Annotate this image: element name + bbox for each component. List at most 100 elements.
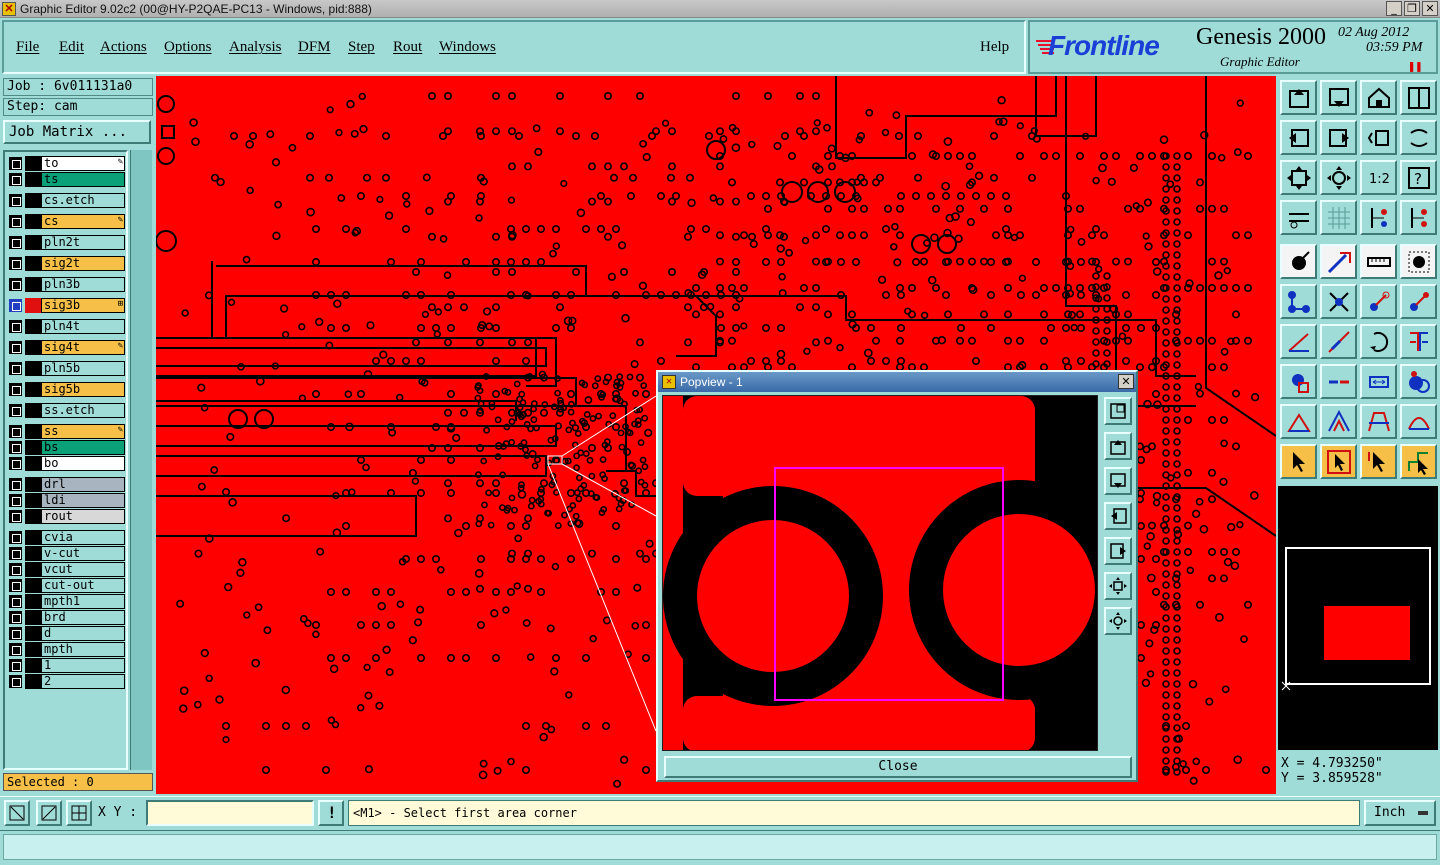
layer-checkbox[interactable] — [9, 457, 22, 470]
maximize-button[interactable]: ❐ — [1404, 1, 1420, 16]
layer-affected-toggle[interactable] — [25, 340, 41, 355]
layer-row[interactable]: sig4t ✎ — [7, 340, 125, 355]
pause-icon[interactable]: ❚❚ — [1408, 59, 1422, 73]
help-button[interactable]: ? — [1400, 160, 1437, 195]
layer-checkbox[interactable] — [9, 173, 22, 186]
grid-button[interactable] — [1320, 200, 1357, 235]
layer-checkbox[interactable] — [9, 257, 22, 270]
zoom-area-button[interactable] — [4, 800, 30, 826]
layer-checkbox[interactable] — [9, 675, 22, 688]
one-to-one-button[interactable]: 1:2 — [1360, 160, 1397, 195]
layer-affected-toggle[interactable] — [25, 509, 41, 524]
layer-name[interactable]: mpth1 — [41, 594, 125, 609]
layer-affected-toggle[interactable] — [25, 562, 41, 577]
layer-checkbox[interactable] — [9, 383, 22, 396]
popview-canvas[interactable] — [662, 395, 1098, 751]
layer-row[interactable]: sig3b ⊞ — [7, 298, 125, 313]
layer-checkbox[interactable] — [9, 563, 22, 576]
layer-name[interactable]: drl — [41, 477, 125, 492]
layer-name[interactable]: pln4t — [41, 319, 125, 334]
layer-row[interactable]: ts — [7, 172, 125, 187]
layer-list-scrollbar[interactable] — [130, 150, 152, 770]
layer-name[interactable]: sig5b — [41, 382, 125, 397]
layer-row[interactable]: cs ✎ — [7, 214, 125, 229]
close-window-button[interactable]: ✕ — [1422, 1, 1438, 16]
warning-button[interactable]: ! — [318, 800, 344, 826]
layer-name[interactable]: cs.etch — [41, 193, 125, 208]
layer-affected-toggle[interactable] — [25, 424, 41, 439]
pad-button[interactable] — [1280, 244, 1317, 279]
layer-name[interactable]: mpth — [41, 642, 125, 657]
layer-name[interactable]: sig3b — [41, 298, 125, 313]
layer-row[interactable]: mpth1 — [7, 594, 125, 609]
layer-checkbox[interactable] — [9, 320, 22, 333]
layer-checkbox[interactable] — [9, 611, 22, 624]
layer-row[interactable]: sig5b — [7, 382, 125, 397]
layer-row[interactable]: 1 — [7, 658, 125, 673]
layer-affected-toggle[interactable] — [25, 578, 41, 593]
layer-checkbox[interactable] — [9, 595, 22, 608]
layer-checkbox[interactable] — [9, 157, 22, 170]
layer-checkbox[interactable] — [9, 299, 22, 312]
popview-zoom-out-button[interactable] — [1104, 607, 1132, 635]
slant-button[interactable] — [1320, 324, 1357, 359]
tent-button[interactable] — [1320, 404, 1357, 439]
layer-checkbox[interactable] — [9, 236, 22, 249]
layer-affected-toggle[interactable] — [25, 156, 41, 171]
pan-up-button[interactable] — [1280, 80, 1317, 115]
layer-name[interactable]: pln2t — [41, 235, 125, 250]
layer-row[interactable]: bs — [7, 440, 125, 455]
layer-row[interactable]: mpth — [7, 642, 125, 657]
layer-name[interactable]: sig2t — [41, 256, 125, 271]
layer-name[interactable]: ts — [41, 172, 125, 187]
layer-checkbox[interactable] — [9, 478, 22, 491]
popview-pan-left-button[interactable] — [1104, 502, 1132, 530]
rotate-button[interactable] — [1360, 324, 1397, 359]
resize-button[interactable] — [1360, 364, 1397, 399]
layer-affected-toggle[interactable] — [25, 193, 41, 208]
pointer-button[interactable] — [1280, 444, 1317, 479]
zoom-fit-button[interactable] — [1280, 160, 1317, 195]
layer-name[interactable]: bo — [41, 456, 125, 471]
layer-affected-toggle[interactable] — [25, 642, 41, 657]
arch-button[interactable] — [1360, 404, 1397, 439]
measure-area-button[interactable] — [36, 800, 62, 826]
layer-affected-toggle[interactable] — [25, 172, 41, 187]
layer-row[interactable]: pln5b — [7, 361, 125, 376]
layer-checkbox[interactable] — [9, 194, 22, 207]
layer-checkbox[interactable] — [9, 441, 22, 454]
units-select[interactable]: Inch — [1364, 800, 1436, 826]
layer-row[interactable]: pln3b — [7, 277, 125, 292]
mirror-button[interactable] — [1400, 324, 1437, 359]
pointer-frame-button[interactable] — [1320, 444, 1357, 479]
layer-name[interactable]: ss.etch — [41, 403, 125, 418]
popview-close-button[interactable]: Close — [664, 756, 1132, 778]
layer-name[interactable]: vcut — [41, 562, 125, 577]
split-line-button[interactable] — [1320, 364, 1357, 399]
select-pad-button[interactable] — [1400, 244, 1437, 279]
layer-affected-toggle[interactable] — [25, 674, 41, 689]
layer-row[interactable]: pln4t — [7, 319, 125, 334]
layer-row[interactable]: d — [7, 626, 125, 641]
layer-affected-toggle[interactable] — [25, 493, 41, 508]
layer-row[interactable]: sig2t — [7, 256, 125, 271]
layer-checkbox[interactable] — [9, 643, 22, 656]
layer-name[interactable]: cs — [41, 214, 125, 229]
job-matrix-button[interactable]: Job Matrix ... — [3, 120, 151, 144]
layer-checkbox[interactable] — [9, 278, 22, 291]
layer-name[interactable]: sig4t — [41, 340, 125, 355]
layer-row[interactable]: bo — [7, 456, 125, 471]
layer-checkbox[interactable] — [9, 627, 22, 640]
layer-row[interactable]: ss ✎ — [7, 424, 125, 439]
intersect-button[interactable] — [1320, 284, 1357, 319]
layer-affected-toggle[interactable] — [25, 256, 41, 271]
menu-rout[interactable]: Rout — [393, 39, 422, 56]
layer-row[interactable]: v-cut — [7, 546, 125, 561]
popview-close-icon[interactable]: ✕ — [1118, 374, 1134, 389]
home-button[interactable] — [1360, 80, 1397, 115]
layer-row[interactable]: cvia — [7, 530, 125, 545]
pan-down-button[interactable] — [1320, 80, 1357, 115]
layer-checkbox[interactable] — [9, 425, 22, 438]
layer-name[interactable]: 1 — [41, 658, 125, 673]
layer-display-button[interactable] — [1360, 200, 1397, 235]
